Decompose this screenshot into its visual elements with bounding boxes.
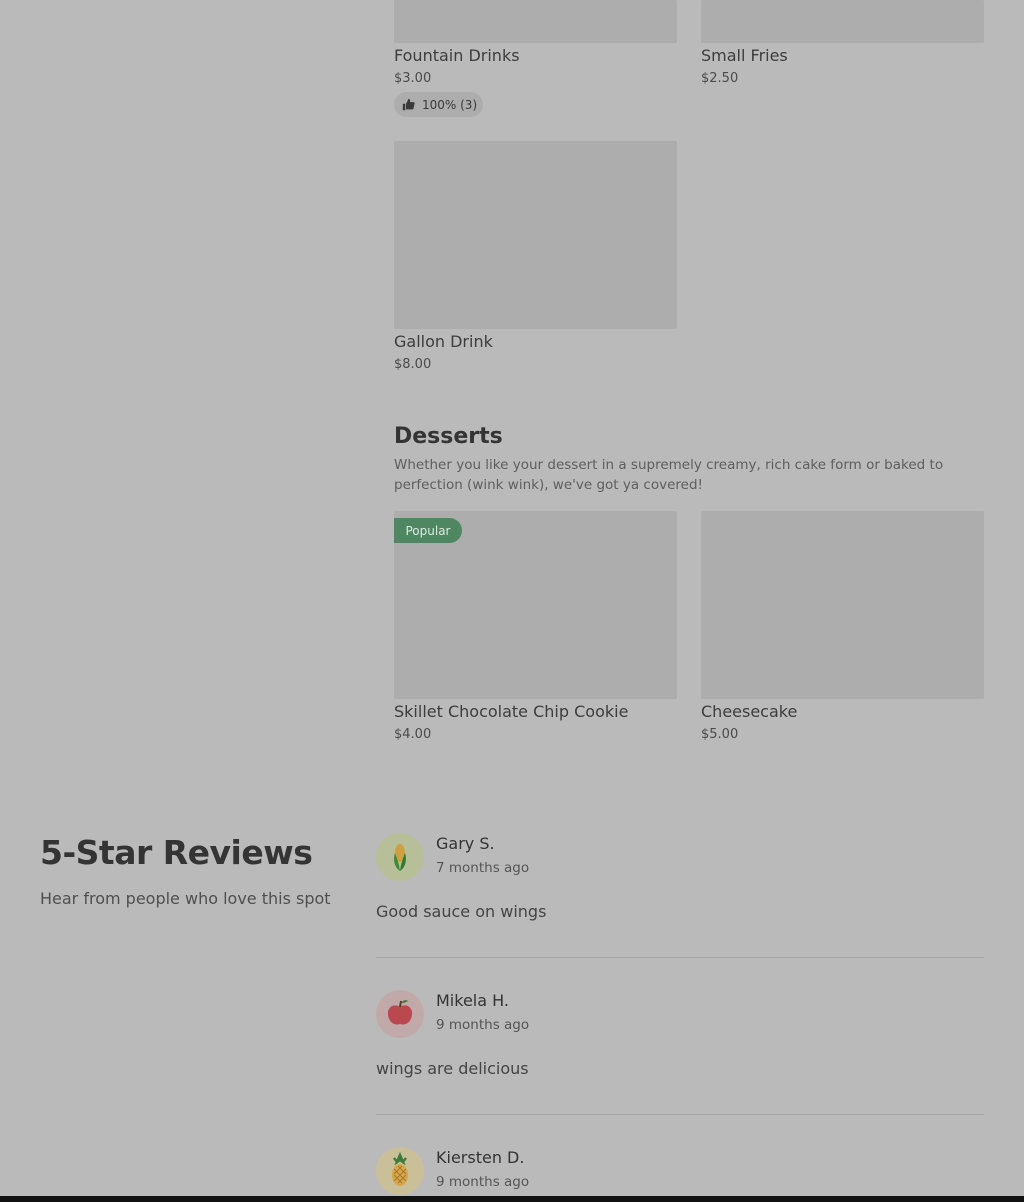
item-name[interactable]: Skillet Chocolate Chip Cookie <box>394 702 628 721</box>
rating-badge: 100% (3) <box>394 92 483 117</box>
review-time: 9 months ago <box>436 1017 530 1033</box>
review-time: 7 months ago <box>436 860 530 876</box>
review-text: Good sauce on wings <box>376 902 547 921</box>
section-description: Whether you like your dessert in a supre… <box>394 457 944 493</box>
item-image-fountain-drinks[interactable] <box>394 0 677 43</box>
item-image-cheesecake[interactable] <box>701 511 984 699</box>
divider <box>376 957 984 958</box>
item-name[interactable]: Cheesecake <box>701 702 797 721</box>
divider <box>376 1114 984 1115</box>
apple-icon <box>387 1000 413 1025</box>
rating-text: 100% (3) <box>422 97 478 112</box>
popular-badge: Popular <box>394 518 462 543</box>
reviewer-name: Mikela H. <box>436 991 509 1010</box>
item-name[interactable]: Gallon Drink <box>394 332 493 351</box>
corn-icon <box>394 844 406 871</box>
thumbs-up-icon <box>402 98 415 111</box>
item-name[interactable]: Small Fries <box>701 46 788 65</box>
avatar <box>376 990 424 1038</box>
bottom-bar <box>0 1196 1024 1202</box>
item-price: $4.00 <box>394 727 432 742</box>
review-time: 9 months ago <box>436 1174 530 1190</box>
avatar <box>376 1147 424 1195</box>
avatar <box>376 833 424 881</box>
item-price: $8.00 <box>394 357 432 372</box>
item-price: $3.00 <box>394 71 432 86</box>
item-price: $5.00 <box>701 727 739 742</box>
reviewer-name: Kiersten D. <box>436 1148 525 1167</box>
reviews-subtitle: Hear from people who love this spot <box>40 889 331 908</box>
reviewer-name: Gary S. <box>436 834 495 853</box>
reviews-title: 5-Star Reviews <box>40 833 313 872</box>
item-name[interactable]: Fountain Drinks <box>394 46 520 65</box>
item-image-small-fries[interactable] <box>701 0 984 43</box>
pineapple-icon <box>392 1151 408 1186</box>
item-price: $2.50 <box>701 71 739 86</box>
item-image-gallon-drink[interactable] <box>394 141 677 329</box>
review-text: wings are delicious <box>376 1059 529 1078</box>
section-title-desserts: Desserts <box>394 424 503 449</box>
